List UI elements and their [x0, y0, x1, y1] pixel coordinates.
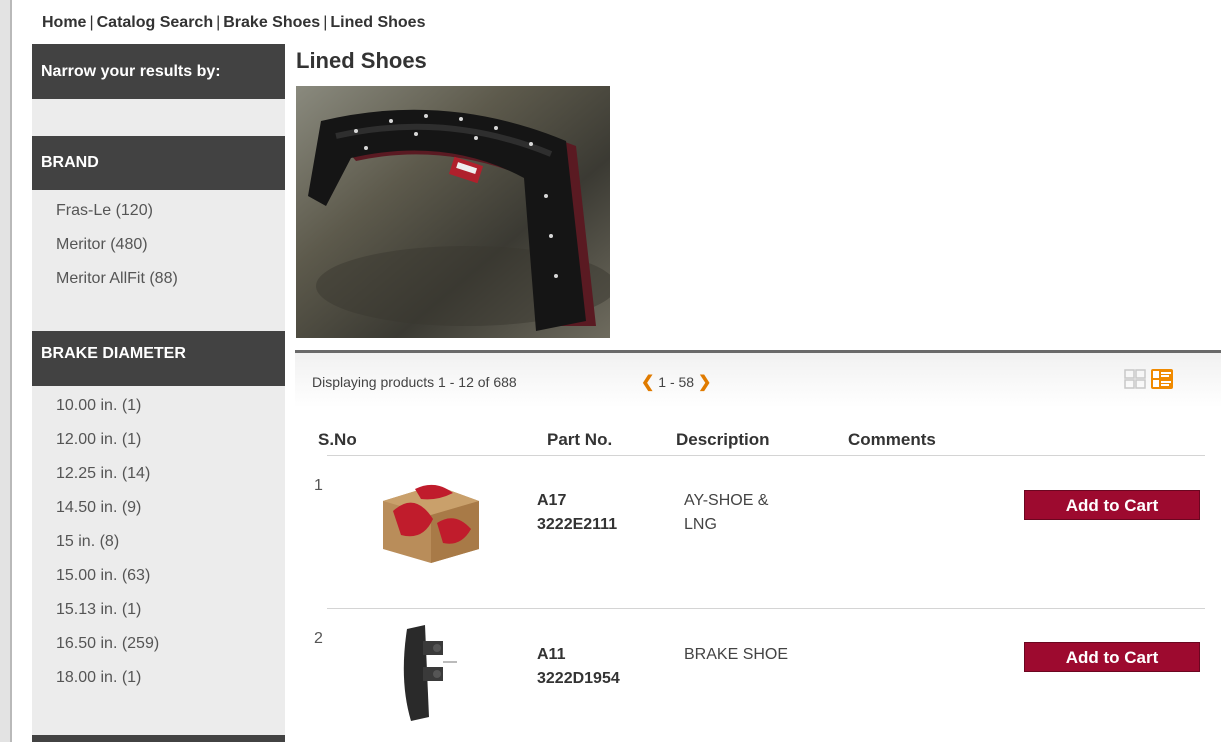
column-header-comments: Comments	[848, 430, 936, 449]
facet-diameter-item[interactable]: 12.25 in. (14)	[56, 457, 159, 491]
brake-diameter-facet-list: 10.00 in. (1) 12.00 in. (1) 12.25 in. (1…	[56, 389, 159, 695]
facet-diameter-item[interactable]: 15 in. (8)	[56, 525, 159, 559]
breadcrumb-lined-shoes[interactable]: Lined Shoes	[330, 14, 425, 31]
column-header-sno: S.No	[318, 430, 357, 449]
brake-diameter-facet-heading: BRAKE DIAMETER	[32, 331, 285, 386]
facet-diameter-item[interactable]: 15.13 in. (1)	[56, 593, 159, 627]
column-header-description: Description	[676, 430, 770, 449]
filter-sidebar: Narrow your results by: BRAND Fras-Le (1…	[32, 44, 285, 742]
row-divider	[327, 608, 1205, 609]
facet-diameter-item[interactable]: 16.50 in. (259)	[56, 627, 159, 661]
add-to-cart-button[interactable]: Add to Cart	[1024, 490, 1200, 520]
product-box-image[interactable]	[375, 471, 483, 563]
row-sno: 1	[314, 477, 323, 494]
breadcrumb-catalog-search[interactable]: Catalog Search	[97, 14, 213, 31]
product-list-panel: Displaying products 1 - 12 of 688 ❮ 1 - …	[295, 350, 1221, 745]
page-title: Lined Shoes	[296, 48, 427, 73]
description-line1: BRAKE SHOE	[684, 646, 789, 663]
breadcrumb: Home | Catalog Search | Brake Shoes | Lined Sh…	[42, 14, 425, 32]
part-number[interactable]: A17 3222E2111	[537, 489, 617, 537]
pagination: ❮ 1 - 58 ❯	[641, 372, 711, 392]
breadcrumb-separator: |	[323, 14, 328, 31]
narrow-results-heading: Narrow your results by:	[32, 44, 285, 99]
breadcrumb-separator: |	[89, 14, 94, 31]
facet-diameter-item[interactable]: 15.00 in. (63)	[56, 559, 159, 593]
add-to-cart-button[interactable]: Add to Cart	[1024, 642, 1200, 672]
facet-diameter-item[interactable]: 14.50 in. (9)	[56, 491, 159, 525]
grid-view-icon[interactable]	[1124, 369, 1146, 389]
column-header-part-no: Part No.	[547, 430, 613, 449]
breadcrumb-home[interactable]: Home	[42, 14, 86, 31]
header-divider	[327, 455, 1205, 456]
displaying-count: Displaying products 1 - 12 of 688	[312, 374, 517, 390]
brand-facet-heading: BRAND	[32, 136, 285, 190]
lined-brake-shoe-photo	[296, 86, 610, 338]
facet-diameter-item[interactable]: 10.00 in. (1)	[56, 389, 159, 423]
description-line1: AY-SHOE &	[684, 492, 769, 509]
facet-diameter-item[interactable]: 18.00 in. (1)	[56, 661, 159, 695]
list-view-icon[interactable]	[1151, 369, 1173, 389]
row-sno: 2	[314, 630, 323, 647]
facet-diameter-item[interactable]: 12.00 in. (1)	[56, 423, 159, 457]
left-border	[0, 0, 12, 742]
brake-shoe-image[interactable]	[385, 621, 465, 725]
chevron-left-icon[interactable]: ❮	[641, 374, 654, 391]
breadcrumb-brake-shoes[interactable]: Brake Shoes	[223, 14, 320, 31]
part-number-line1: A17	[537, 492, 567, 509]
part-number[interactable]: A11 3222D1954	[537, 643, 620, 691]
brand-facet-list: Fras-Le (120) Meritor (480) Meritor AllF…	[56, 194, 178, 296]
facet-brand-meritor-allfit[interactable]: Meritor AllFit (88)	[56, 262, 178, 296]
facet-brand-fras-le[interactable]: Fras-Le (120)	[56, 194, 178, 228]
product-description: BRAKE SHOE	[684, 643, 788, 667]
facet-brand-meritor[interactable]: Meritor (480)	[56, 228, 178, 262]
next-facet-heading	[32, 735, 285, 742]
product-list-toolbar: Displaying products 1 - 12 of 688 ❮ 1 - …	[295, 353, 1221, 408]
page-range[interactable]: 1 - 58	[658, 374, 694, 390]
part-number-line2: 3222D1954	[537, 670, 620, 687]
chevron-right-icon[interactable]: ❯	[698, 374, 711, 391]
product-description: AY-SHOE & LNG	[684, 489, 768, 537]
part-number-line1: A11	[537, 646, 566, 663]
part-number-line2: 3222E2111	[537, 516, 618, 533]
description-line2: LNG	[684, 516, 717, 533]
breadcrumb-separator: |	[216, 14, 221, 31]
